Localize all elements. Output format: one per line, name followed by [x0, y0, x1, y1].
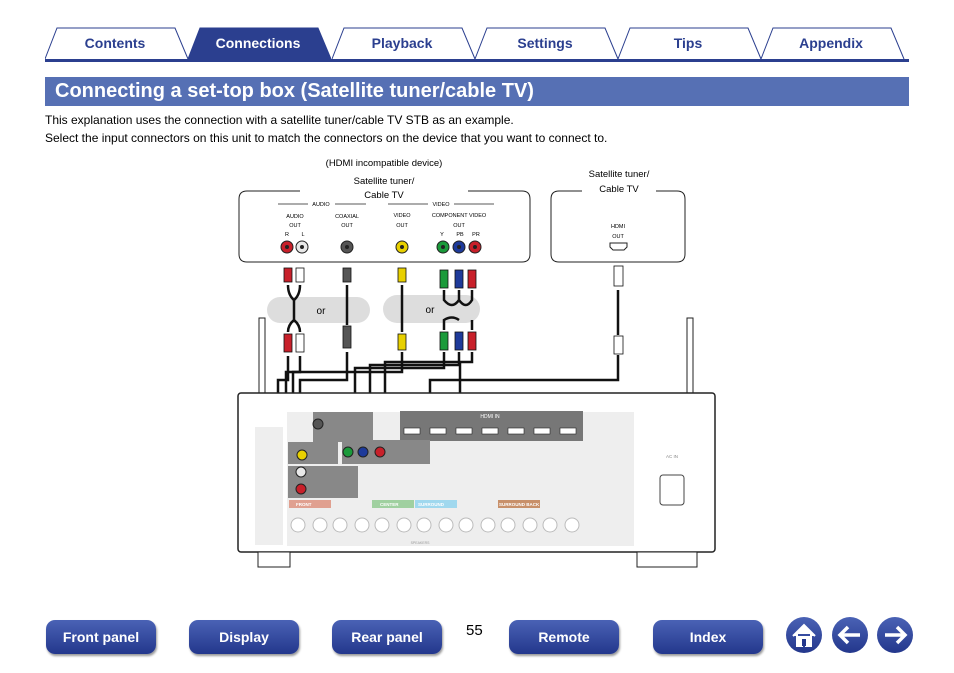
antenna-right [686, 317, 694, 399]
index-button[interactable]: Index [653, 620, 763, 654]
label: R [285, 232, 289, 238]
device-name: Satellite tuner/ [354, 176, 415, 187]
label: OUT [289, 223, 301, 229]
device-name: Satellite tuner/ [589, 169, 650, 180]
home-button[interactable] [786, 617, 822, 653]
label: AUDIO [286, 214, 304, 220]
right-device: Satellite tuner/ Cable TV HDMI OUT [550, 169, 686, 263]
speakers-label: SPEAKERS [411, 541, 431, 545]
device-name: Cable TV [364, 190, 404, 201]
label: L [301, 232, 304, 238]
home-icon [792, 623, 816, 647]
av-receiver-rear-panel: HDMI IN AC IN FRONT CENTER SURROUND SURR… [237, 317, 716, 568]
hdmi-in-label: HDMI IN [480, 414, 500, 420]
video-group-label: VIDEO [432, 202, 450, 208]
label: PB [456, 232, 464, 238]
ac-inlet [659, 474, 685, 506]
hdmi-incompatible-note: (HDMI incompatible device) [326, 158, 443, 169]
center-speaker-label: CENTER [380, 502, 399, 507]
back-arrow-icon [837, 625, 860, 645]
rear-panel-button[interactable]: Rear panel [332, 620, 442, 654]
display-button[interactable]: Display [189, 620, 299, 654]
forward-arrow-icon [885, 625, 908, 645]
back-button[interactable] [832, 617, 868, 653]
label: OUT [396, 223, 408, 229]
or-label: or [317, 306, 327, 317]
connection-diagram: (HDMI incompatible device) Satellite tun… [237, 158, 716, 568]
label: OUT [341, 223, 353, 229]
device-name: Cable TV [599, 184, 639, 195]
surround-back-speaker-label: SURROUND BACK [499, 502, 540, 507]
label: HDMI [611, 224, 626, 230]
label: VIDEO [393, 213, 411, 219]
label: PR [472, 232, 480, 238]
label: OUT [612, 234, 624, 240]
label: COMPONENT VIDEO [432, 213, 487, 219]
label: OUT [453, 223, 465, 229]
front-panel-button[interactable]: Front panel [46, 620, 156, 654]
surround-speaker-label: SURROUND [418, 502, 445, 507]
ac-in-label: AC IN [666, 454, 678, 459]
audio-group-label: AUDIO [312, 202, 330, 208]
remote-button[interactable]: Remote [509, 620, 619, 654]
antenna-left [258, 317, 266, 399]
left-device: (HDMI incompatible device) Satellite tun… [238, 158, 531, 263]
label: COAXIAL [335, 214, 359, 220]
or-label: or [426, 305, 436, 316]
manual-page: Contents Connections Playback Settings T… [0, 0, 954, 673]
label: Y [440, 232, 444, 238]
page-number: 55 [466, 622, 483, 639]
forward-button[interactable] [877, 617, 913, 653]
front-speaker-label: FRONT [296, 502, 312, 507]
hdmi-out-port [609, 242, 628, 251]
